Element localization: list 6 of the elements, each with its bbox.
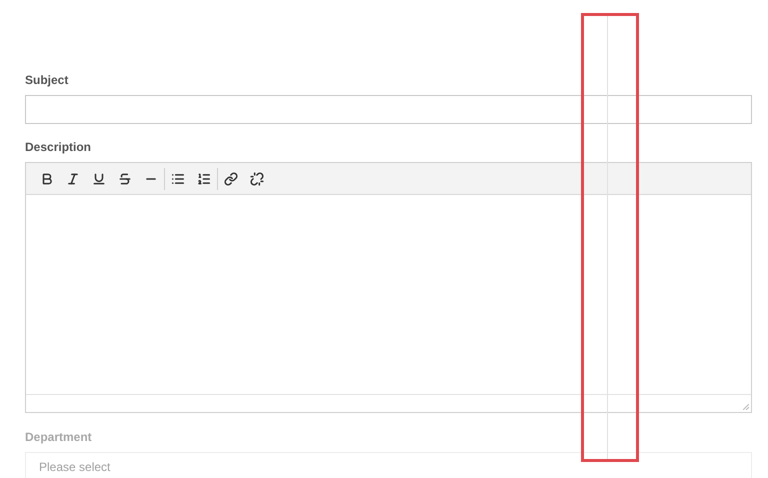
resize-handle-icon[interactable] [743, 404, 749, 410]
field-label: Subject [25, 72, 70, 88]
subject-field[interactable] [25, 95, 752, 124]
select-placeholder: Please select [39, 459, 110, 475]
field-label: Description [25, 139, 92, 155]
field-label: Department [25, 429, 93, 445]
